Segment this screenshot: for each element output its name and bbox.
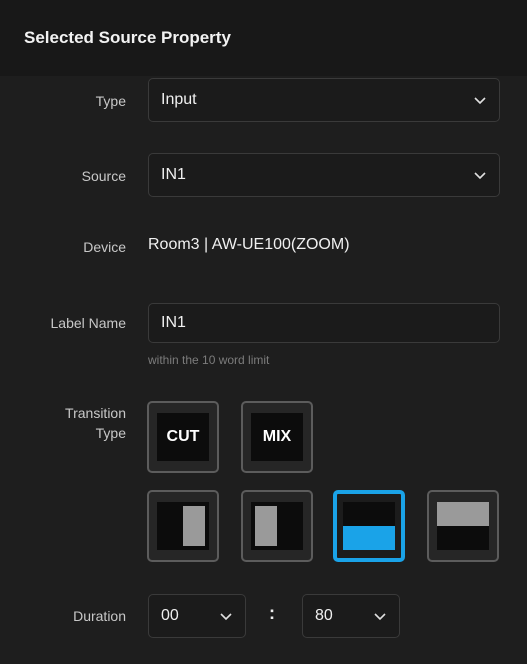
duration-label: Duration [73, 608, 126, 624]
wipe-left-half-icon [251, 502, 303, 550]
device-value: Room3 | AW-UE100(ZOOM) [148, 236, 350, 253]
wipe-left-half-button[interactable] [241, 490, 313, 562]
chevron-down-icon [474, 172, 486, 180]
label-name-label: Label Name [50, 315, 127, 331]
wipe-right-half-icon [157, 502, 209, 550]
duration-seconds-value: 00 [161, 607, 179, 624]
transition-cut-button[interactable]: CUT [147, 401, 219, 473]
wipe-bottom-half-button[interactable] [333, 490, 405, 562]
chevron-down-icon [374, 613, 386, 621]
label-name-hint: within the 10 word limit [148, 353, 270, 367]
panel-header: Selected Source Property [0, 0, 527, 76]
source-value: IN1 [161, 166, 186, 183]
label-name-value: IN1 [161, 314, 186, 331]
mix-label: MIX [251, 413, 303, 461]
type-value: Input [161, 91, 197, 108]
type-dropdown[interactable]: Input [148, 78, 500, 122]
type-label: Type [95, 93, 126, 109]
chevron-down-icon [474, 97, 486, 105]
source-dropdown[interactable]: IN1 [148, 153, 500, 197]
selected-source-property-panel: Selected Source Property Type Input Sour… [0, 0, 527, 664]
source-label: Source [81, 168, 126, 184]
chevron-down-icon [220, 613, 232, 621]
duration-seconds-dropdown[interactable]: 00 [148, 594, 246, 638]
transition-mix-button[interactable]: MIX [241, 401, 313, 473]
duration-frames-value: 80 [315, 607, 333, 624]
duration-separator: : [269, 603, 275, 623]
cut-label: CUT [157, 413, 209, 461]
duration-frames-dropdown[interactable]: 80 [302, 594, 400, 638]
device-label: Device [83, 239, 126, 255]
wipe-bottom-half-icon [343, 502, 395, 550]
wipe-right-half-button[interactable] [147, 490, 219, 562]
label-name-input[interactable]: IN1 [148, 303, 500, 343]
panel-title: Selected Source Property [24, 28, 231, 47]
transition-type-label-line2: Type [95, 425, 126, 441]
transition-type-label-line1: Transition [65, 405, 126, 421]
wipe-top-half-button[interactable] [427, 490, 499, 562]
wipe-top-half-icon [437, 502, 489, 550]
